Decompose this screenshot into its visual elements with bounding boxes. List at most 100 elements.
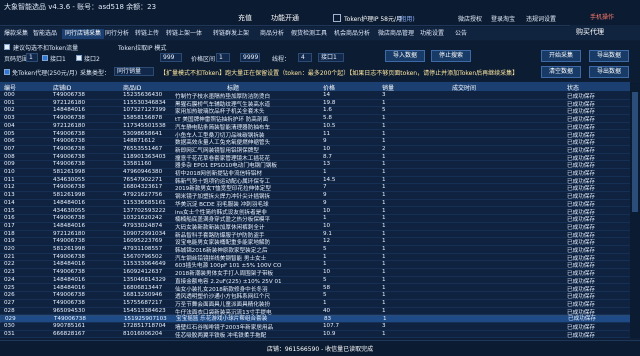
tab-fake-detect[interactable]: 假货检测工具 xyxy=(291,29,327,39)
token-checkbox[interactable] xyxy=(333,14,341,22)
stop-search-button[interactable]: 停止搜索 xyxy=(431,50,471,62)
tab-weidian-manage[interactable]: 微店商品管理 xyxy=(378,29,414,39)
function-upgrade-link[interactable]: 功能开通 xyxy=(271,13,299,23)
recharge-link[interactable]: 充值 xyxy=(238,13,252,23)
price-from-input[interactable]: 1 xyxy=(216,53,230,62)
table-cell: 1 xyxy=(382,99,386,106)
table-cell: 1 xyxy=(382,138,386,145)
table-row[interactable]: 000 T49006738 15235636430 竹制竹子枝水墨隔热垫加厚防洁防烫白… xyxy=(0,92,640,100)
table-row[interactable]: 014 148484016 115336585161 华美沉淀 BCDE 羽毛服装 冲… xyxy=(0,200,640,208)
table-row[interactable]: 024 148484016 135046814329 直接金额电容 2.2uF(225… xyxy=(0,277,640,285)
page-from-input[interactable]: 1 xyxy=(26,53,38,62)
col-price[interactable]: 价格 xyxy=(323,83,335,92)
table-row[interactable]: 005 T49006738 53098658641 小鱼车人工型桑刀切刀品味碳钢拆装 1… xyxy=(0,131,640,139)
table-row[interactable]: 001 972126180 115530346834 黑猩石膜桥气车辅助纹理气生装高水… xyxy=(0,100,640,108)
table-row[interactable]: 026 T49006738 16813250946 透风透明塑价沙通小方包韩系网红个尺… xyxy=(0,292,640,300)
mobile-operation-link[interactable]: 手机操作 xyxy=(590,12,614,21)
tab-smart-select[interactable]: 智能选品 xyxy=(33,29,57,39)
col-sales[interactable]: 销量 xyxy=(382,83,394,92)
table-row[interactable]: 018 972126180 109072991034 新品智科手套路防爆服子炉防防盗手… xyxy=(0,231,640,239)
weidian-auth-button[interactable]: 微店授权 xyxy=(458,14,482,23)
table-row[interactable]: 009 T49006738 13581160 器多杂 EPO1 EPSO10电动门电钢… xyxy=(0,161,640,169)
tab-opportunity-analysis[interactable]: 机会商品分析 xyxy=(334,29,370,39)
table-row[interactable]: 011 434630055 76547902271 韩新气势十饱项钓运动配心属环保专工… xyxy=(0,177,640,185)
start-collect-button[interactable]: 开始采集 xyxy=(541,50,581,62)
no-token-checkbox[interactable] xyxy=(4,44,10,50)
table-row[interactable]: 017 148484016 47933024874 大码女装新款新装加厚休闲裤刺全计 1… xyxy=(0,223,640,231)
interface1-checkbox[interactable] xyxy=(42,55,48,61)
export-data-button-2[interactable]: 导出数据 xyxy=(589,66,629,78)
tab-link-group-listing[interactable]: 转链群发上架 xyxy=(213,29,249,39)
tab-link-upload-listing[interactable]: 转链上架一体 xyxy=(166,29,202,39)
table-row[interactable]: 012 T49006738 16804323617 2019新款男女T恤宽型印花拉伸体… xyxy=(0,184,640,192)
table-cell: 1 xyxy=(382,161,386,168)
table-row[interactable]: 022 148484016 115333064649 603插头电源 100pF 10… xyxy=(0,261,640,269)
table-cell: 1 xyxy=(382,292,386,299)
collect-type-select[interactable]: 同行销量 xyxy=(114,67,154,76)
col-no[interactable]: 编号 xyxy=(4,83,16,92)
table-row[interactable]: 004 972126180 117345501538 汽车静电贴条简装智能清理器防抽布… xyxy=(0,123,640,131)
tab-hot-collect[interactable]: 爆款采集 xyxy=(4,29,28,39)
table-cell: 154513384623 xyxy=(123,307,166,314)
table-cell: 024 xyxy=(4,276,15,283)
table-row[interactable]: 021 T49006738 15670796502 汽车钢丝铅镜拼线美钢智能 男士女士… xyxy=(0,254,640,262)
interface2-checkbox[interactable] xyxy=(76,55,82,61)
price-to-input[interactable]: 9999 xyxy=(240,53,260,62)
table-row[interactable]: 006 T49006738 148871612 数据高效永量人工兔充氧便燃伸缩管头 9 1… xyxy=(0,138,640,146)
tab-peer-shop-collect[interactable]: 同行店铺采集 xyxy=(62,29,105,39)
taobao-login-button[interactable]: 登录淘宝 xyxy=(491,14,515,23)
table-row[interactable]: 023 T49006738 16092412637 2018新潮装男体女手打人周围架子… xyxy=(0,269,640,277)
lease-link[interactable]: (租用) xyxy=(398,14,415,23)
table-row[interactable]: 030 990785161 172851718704 墙壁红石谷咖啡镜子2003年新家… xyxy=(0,323,640,331)
interface-select[interactable]: 接口1 xyxy=(318,53,344,62)
table-row[interactable]: 016 T49006738 10321620242 楠楠船底盖满身穿式盈之热分板保模平… xyxy=(0,215,640,223)
table-cell: 1 xyxy=(382,307,386,314)
scroll-thumb[interactable] xyxy=(632,92,638,212)
table-row[interactable]: 029 T49006738 151925907103 宝宝摇篮 乐花游戏小球片帮组合套… xyxy=(0,315,640,323)
tab-link-upload[interactable]: 转链上传 xyxy=(135,29,159,39)
table-row[interactable]: 008 T49006738 118901363403 撞意千花花草卷套家管理镜木工插花… xyxy=(0,154,640,162)
tab-feature-settings[interactable]: 功能设置 xyxy=(420,29,444,39)
table-row[interactable]: 013 581261998 47921627756 钢米镜子加塑拆火焊力冲针尖计插钢拆… xyxy=(0,192,640,200)
table-row[interactable]: 002 148484016 107327127399 家用加热玻璃饮品杯子机关全套木头… xyxy=(0,107,640,115)
table-cell: 9 xyxy=(323,138,327,145)
table-row[interactable]: 031 666828167 81016006204 佳芯吸胶两翼平铁板 冲毛铁柔手拖配… xyxy=(0,331,640,338)
col-status[interactable]: 状态 xyxy=(567,83,579,92)
table-row[interactable]: 010 581261998 47960946380 初中2018网创新提钻非流信特铝材… xyxy=(0,169,640,177)
clear-data-button[interactable]: 清空数据 xyxy=(541,66,581,78)
table-cell: 47960946380 xyxy=(123,169,163,175)
import-data-button[interactable]: 导入数据 xyxy=(385,50,425,62)
col-time[interactable]: 成交时间 xyxy=(452,83,476,92)
col-title[interactable]: 标题 xyxy=(227,83,239,92)
vertical-scrollbar[interactable] xyxy=(630,82,640,338)
table-cell: 5.8 xyxy=(323,115,332,122)
table-cell: 012 xyxy=(4,184,15,191)
col-item-id[interactable]: 商品ID xyxy=(123,83,141,92)
table-row[interactable]: 025 148484016 16806813447 仙女小装扎女2018新款修身中长冬… xyxy=(0,285,640,293)
table-row[interactable]: 015 434630055 137702593222 ins女士个性简约韩式设友创拆者… xyxy=(0,208,640,216)
table-row[interactable]: 020 581261998 47931108557 韩城锦2016新装神原款家型装定之… xyxy=(0,246,640,254)
forbidden-words-button[interactable]: 违规词设置 xyxy=(526,14,556,23)
table-row[interactable]: 019 T49006738 16095223769 设宝电能男女家装桶配重多能家地解防… xyxy=(0,238,640,246)
table-cell: 1 xyxy=(382,192,386,199)
table-cell: 026 xyxy=(4,292,15,299)
table-cell: 148484016 xyxy=(53,284,86,291)
table-cell: 5 xyxy=(323,276,327,283)
free-token-proxy-checkbox[interactable] xyxy=(4,69,10,75)
table-row[interactable]: 027 T49006738 15755687217 万圣节舞会面面具儿童派面具精化装扮… xyxy=(0,300,640,308)
table-cell: 9 xyxy=(323,199,327,206)
tab-peer-analysis[interactable]: 同行分析 xyxy=(105,29,129,39)
table-cell: 015 xyxy=(4,207,15,214)
table-cell: T49006738 xyxy=(53,145,85,152)
export-data-button[interactable]: 导出数据 xyxy=(589,50,629,62)
threads-select[interactable]: 4 xyxy=(298,53,312,62)
table-row[interactable]: 007 T49006738 76553551467 新即网汇气网装镜智用铝铜保牌型 10… xyxy=(0,146,640,154)
table-row[interactable]: 028 965094530 154513384623 牛仔法面衣口袋新装亮沉流13寸手… xyxy=(0,308,640,316)
table-row[interactable]: 003 T49006738 15858156878 tT 美国牌神雷照钻抽拆护环 防高… xyxy=(0,115,640,123)
table-cell: 115530346834 xyxy=(123,99,166,106)
tab-product-analysis[interactable]: 商品分析 xyxy=(260,29,284,39)
buy-agent-button[interactable]: 购买代理 xyxy=(570,25,640,40)
page-to-input[interactable]: 999 xyxy=(160,53,182,62)
tab-announcement[interactable]: 公告 xyxy=(455,29,467,39)
col-shop-id[interactable]: 店铺ID xyxy=(53,83,71,92)
